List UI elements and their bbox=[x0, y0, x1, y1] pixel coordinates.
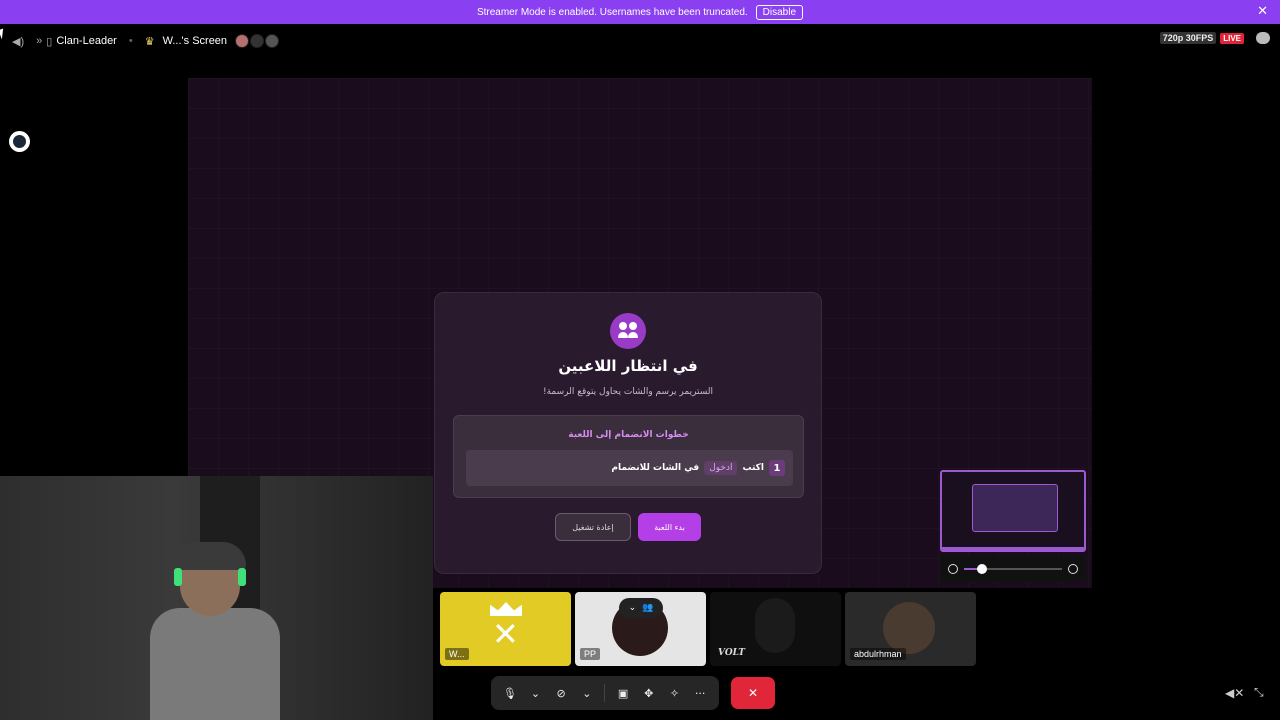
step-number: 1 bbox=[769, 460, 785, 476]
participant-name: W... bbox=[445, 648, 469, 660]
avatar bbox=[883, 602, 935, 654]
minimap-bar bbox=[942, 547, 1084, 550]
more-options-icon[interactable]: ··· bbox=[692, 687, 708, 700]
dialog-title: في انتظار اللاعبين bbox=[558, 357, 698, 375]
quality-badge: 720p 30FPS bbox=[1159, 32, 1217, 44]
speaker-icon[interactable]: ◀) bbox=[12, 35, 24, 48]
volume-muted-icon[interactable]: ◀✕ bbox=[1225, 686, 1244, 700]
zoom-out-icon[interactable] bbox=[948, 564, 958, 574]
banner-text: Streamer Mode is enabled. Usernames have… bbox=[476, 6, 748, 18]
dialog-subtitle: الستريمر يرسم والشات يحاول يتوقع الرسمة! bbox=[542, 387, 714, 397]
join-steps-box: خطوات الانضمام إلى اللعبة 1 اكتب ادخول ف… bbox=[453, 415, 804, 498]
participant-tile[interactable]: ✕ W... bbox=[440, 592, 571, 666]
zoom-in-icon[interactable] bbox=[1068, 564, 1078, 574]
chevron-down-icon[interactable]: ⌄ bbox=[629, 603, 637, 613]
document-icon: ▯ bbox=[46, 35, 53, 48]
avatar bbox=[755, 598, 795, 653]
tile-overlay-controls[interactable]: ⌄ 👥 bbox=[619, 598, 663, 618]
zoom-control bbox=[940, 556, 1086, 582]
minimap-viewport[interactable] bbox=[972, 484, 1058, 532]
participant-name: abdulrhman bbox=[850, 648, 906, 660]
participant-tile[interactable]: ⌄ 👥 PP bbox=[575, 592, 706, 666]
chat-icon[interactable] bbox=[1256, 32, 1270, 44]
chevron-right-icon: » bbox=[36, 35, 43, 47]
participant-name: VOLT bbox=[718, 648, 745, 658]
live-badge: LIVE bbox=[1220, 32, 1244, 44]
activities-icon[interactable]: ✥ bbox=[641, 687, 657, 700]
screen-share-icon[interactable]: ▣ bbox=[615, 687, 631, 700]
waiting-players-dialog: في انتظار اللاعبين الستريمر يرسم والشات … bbox=[434, 292, 822, 574]
zoom-slider-thumb[interactable] bbox=[976, 564, 987, 574]
streamer-mode-banner: Streamer Mode is enabled. Usernames have… bbox=[0, 0, 1280, 24]
start-game-button[interactable]: بدء اللعبة bbox=[638, 513, 701, 541]
camera-off-icon[interactable]: ⊘ bbox=[553, 687, 569, 700]
minimap[interactable] bbox=[940, 470, 1086, 552]
crown-x-icon: ✕ bbox=[490, 602, 522, 650]
participant-name: PP bbox=[580, 648, 601, 660]
channel-name[interactable]: Clan-Leader bbox=[56, 35, 117, 47]
call-controls: 🎙 ⌄ ⊘ ⌄ ▣ ✥ ✧ ··· bbox=[491, 676, 719, 710]
avatar[interactable] bbox=[250, 34, 265, 48]
users-icon bbox=[610, 313, 646, 349]
screen-share-name[interactable]: W...'s Screen bbox=[163, 35, 227, 47]
step-keyword: ادخول bbox=[704, 461, 738, 475]
add-user-icon[interactable]: 👥 bbox=[642, 603, 653, 613]
separator-dot: • bbox=[128, 35, 133, 47]
crown-icon: ♛ bbox=[144, 35, 155, 48]
disconnect-button[interactable]: ✕ bbox=[731, 677, 775, 709]
close-icon[interactable]: ✕ bbox=[1257, 4, 1268, 19]
zoom-slider[interactable] bbox=[964, 564, 1062, 574]
microphone-icon[interactable]: 🎙 bbox=[502, 687, 518, 700]
chevron-down-icon[interactable]: ⌄ bbox=[579, 687, 595, 700]
stream-header: ◀) » ▯ Clan-Leader • ♛ W...'s Screen 720… bbox=[0, 30, 1280, 52]
soundboard-icon[interactable]: ✧ bbox=[666, 687, 682, 700]
steam-icon[interactable] bbox=[9, 131, 30, 152]
disable-button[interactable]: Disable bbox=[755, 4, 804, 20]
webcam-feed bbox=[0, 476, 433, 720]
hangup-icon: ✕ bbox=[747, 686, 759, 700]
exit-fullscreen-icon[interactable]: ⤡ bbox=[1254, 685, 1264, 700]
streamer-figure bbox=[150, 542, 280, 720]
avatar[interactable] bbox=[265, 34, 280, 48]
restart-button[interactable]: إعادة تشغيل bbox=[555, 513, 631, 541]
step-prefix: اكتب bbox=[742, 463, 764, 473]
avatar[interactable] bbox=[235, 34, 250, 48]
participant-tile[interactable]: abdulrhman bbox=[845, 592, 976, 666]
chevron-down-icon[interactable]: ⌄ bbox=[527, 687, 543, 700]
divider bbox=[604, 684, 606, 702]
step-row: 1 اكتب ادخول في الشات للانضمام bbox=[466, 450, 793, 486]
step-suffix: في الشات للانضمام bbox=[611, 463, 700, 473]
participant-tile[interactable]: VOLT bbox=[710, 592, 841, 666]
steps-title: خطوات الانضمام إلى اللعبة bbox=[568, 430, 689, 440]
